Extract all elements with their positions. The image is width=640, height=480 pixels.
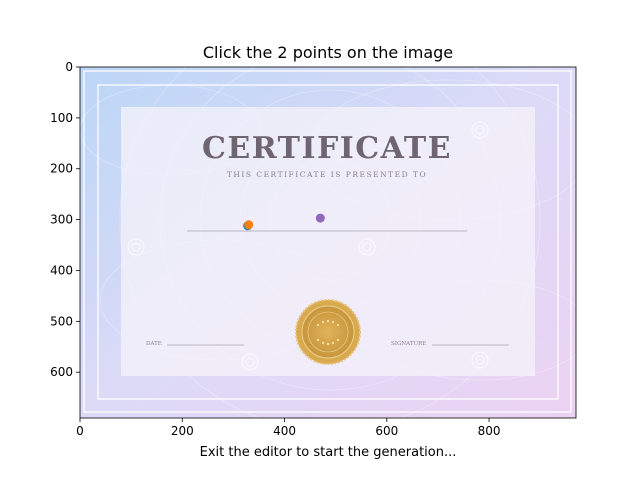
y-axis: 0 100 200 300 400 500 600	[50, 60, 80, 379]
status-label: Exit the editor to start the generation.…	[199, 445, 457, 460]
y-tick-label: 200	[50, 162, 73, 176]
seal-icon	[295, 299, 361, 365]
click-point-marker	[315, 213, 325, 223]
x-tick-label: 0	[76, 424, 84, 438]
click-point-marker	[244, 220, 254, 230]
y-tick-label: 0	[65, 60, 73, 74]
y-tick-label: 600	[50, 365, 73, 379]
x-tick-label: 200	[171, 424, 194, 438]
y-tick-label: 500	[50, 314, 73, 328]
x-axis: 0 200 400 600 800	[76, 418, 501, 438]
figure-canvas[interactable]: CERTIFICATE THIS CERTIFICATE IS PRESENTE…	[0, 0, 640, 480]
x-tick-label: 400	[273, 424, 296, 438]
y-tick-label: 100	[50, 111, 73, 125]
x-tick-label: 800	[478, 424, 501, 438]
certificate-heading: CERTIFICATE	[202, 131, 452, 166]
date-label: DATE	[146, 341, 162, 347]
y-tick-label: 300	[50, 213, 73, 227]
signature-label: SIGNATURE	[391, 341, 426, 347]
x-tick-label: 600	[375, 424, 398, 438]
y-tick-label: 400	[50, 263, 73, 277]
certificate-image[interactable]: CERTIFICATE THIS CERTIFICATE IS PRESENTE…	[80, 10, 590, 430]
certificate-subheading: THIS CERTIFICATE IS PRESENTED TO	[227, 170, 427, 179]
